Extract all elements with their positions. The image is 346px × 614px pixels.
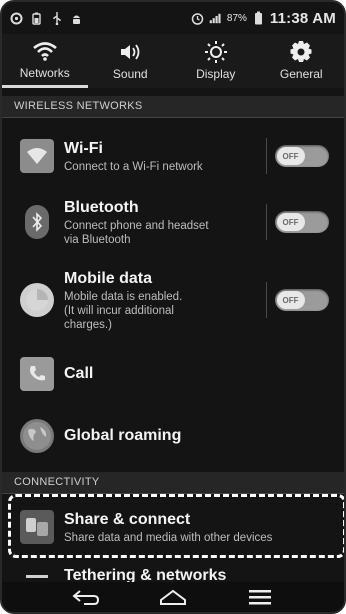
share-connect-subtitle: Share data and media with other devices [64,531,273,544]
bluetooth-text: Bluetooth Connect phone and headset via … [64,198,266,247]
share-connect-text: Share & connect Share data and media wit… [64,510,344,545]
phone-screen: 87% 11:38 AM Networks Sound Display Gene… [0,0,346,614]
tab-label: Sound [112,67,148,81]
mobile-data-subtitle-line3: charges.) [64,318,112,331]
back-button[interactable] [66,585,106,609]
wifi-icon [32,40,58,62]
mobile-data-title: Mobile data [64,269,153,287]
toggle-knob: OFF [276,291,305,309]
phone-icon [20,357,54,391]
global-roaming-text: Global roaming [64,426,344,446]
home-icon [159,589,186,605]
list-item-mobile-data[interactable]: Mobile data Mobile data is enabled. (It … [2,260,344,340]
section-header-wireless: WIRELESS NETWORKS [2,96,344,118]
gear-icon [288,41,314,63]
bluetooth-title: Bluetooth [64,198,139,216]
usb-icon [50,11,63,25]
settings-status-icon [10,12,23,25]
mobile-data-subtitle-line2: (It will incur additional [64,304,174,317]
list-item-wifi[interactable]: Wi-Fi Connect to a Wi-Fi network OFF [2,126,344,186]
alarm-icon [191,12,204,25]
toggle-knob: OFF [276,213,305,231]
battery-percent: 87% [226,12,247,24]
navigation-bar [2,582,344,612]
battery-icon [252,11,265,25]
share-connect-icon [20,510,54,544]
wifi-text: Wi-Fi Connect to a Wi-Fi network [64,139,266,174]
wifi-title: Wi-Fi [64,139,103,157]
wifi-subtitle: Connect to a Wi-Fi network [64,160,203,173]
wifi-toggle[interactable]: OFF [274,145,329,167]
clock: 11:38 AM [269,9,336,27]
bluetooth-toggle[interactable]: OFF [274,211,329,233]
list-item-bluetooth[interactable]: Bluetooth Connect phone and headset via … [2,190,344,254]
global-roaming-title: Global roaming [64,427,182,444]
bluetooth-icon [25,205,49,239]
mobile-data-toggle[interactable]: OFF [274,289,329,311]
globe-icon [20,419,54,453]
mobile-data-subtitle-line1: Mobile data is enabled. [64,290,183,303]
speaker-icon [117,41,143,63]
wifi-toggle-area: OFF [266,138,336,174]
wifi-setting-icon [20,139,54,173]
tab-label: Display [196,67,236,81]
status-right-icons: 87% 11:38 AM [191,10,336,27]
settings-tabs: Networks Sound Display General [2,34,344,88]
status-left-icons [10,11,83,25]
signal-icon [209,12,222,25]
call-text: Call [64,364,344,384]
list-item-share-connect[interactable]: Share & connect Share data and media wit… [2,500,344,554]
share-connect-title: Share & connect [64,510,191,528]
call-title: Call [64,365,94,382]
mobile-data-text: Mobile data Mobile data is enabled. (It … [64,269,266,332]
section-header-connectivity: CONNECTIVITY [2,472,344,494]
mobile-data-toggle-area: OFF [266,282,336,318]
tab-label: General [279,67,323,81]
tab-general[interactable]: General [259,34,345,88]
tab-display[interactable]: Display [173,34,259,88]
tab-networks[interactable]: Networks [2,34,88,88]
mobile-data-icon [20,283,54,317]
battery-small-icon [30,12,43,25]
menu-icon [249,590,272,605]
home-button[interactable] [153,585,193,609]
bluetooth-toggle-area: OFF [266,204,336,240]
toggle-knob: OFF [276,147,305,165]
bluetooth-subtitle-line1: Connect phone and headset [64,219,209,232]
tab-label: Networks [19,65,70,80]
list-item-call[interactable]: Call [2,348,344,400]
list-item-global-roaming[interactable]: Global roaming [2,410,344,462]
menu-button[interactable] [240,585,280,609]
back-icon [72,590,99,605]
status-bar: 87% 11:38 AM [2,2,344,34]
tab-sound[interactable]: Sound [88,34,174,88]
android-debug-icon [70,12,83,25]
brightness-icon [203,41,229,63]
bluetooth-subtitle-line2: via Bluetooth [64,233,131,246]
